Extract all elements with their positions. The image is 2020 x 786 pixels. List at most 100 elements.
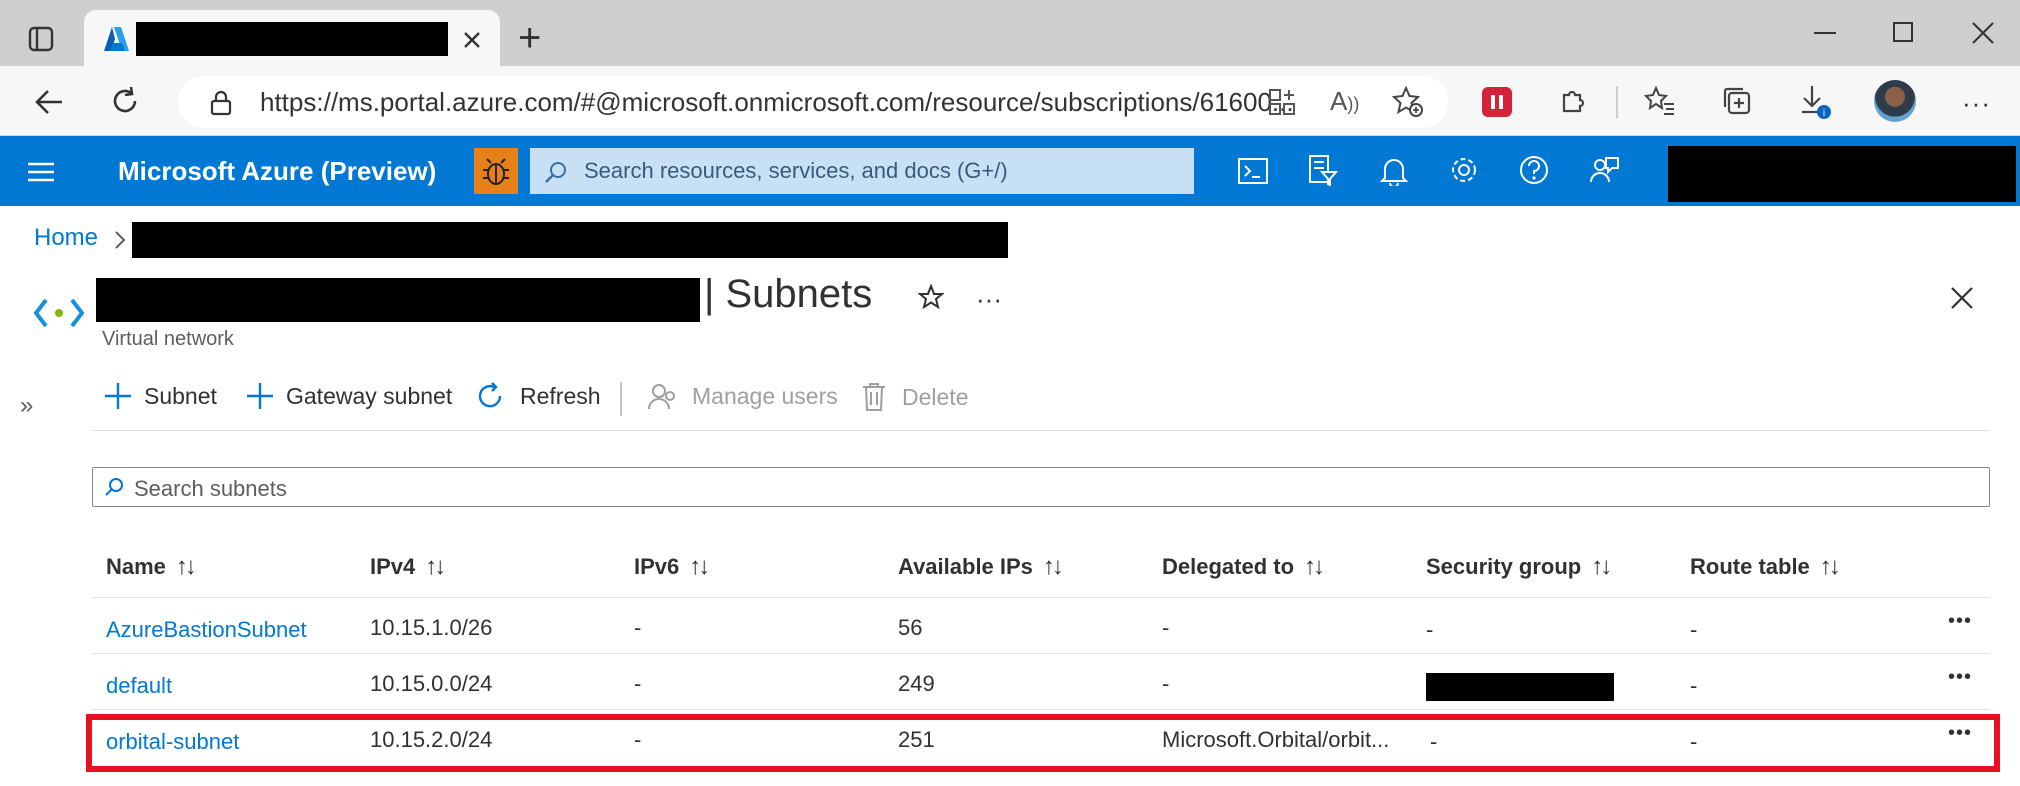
cell-route-table: - (1690, 617, 1698, 642)
cell-available-ips: 249 (898, 671, 935, 696)
row-more-button[interactable]: ••• (1948, 610, 1972, 633)
security-group-redacted[interactable] (1426, 673, 1614, 701)
breadcrumb-home[interactable]: Home (34, 224, 98, 252)
column-header-ipv6[interactable]: IPv6 ↑↓ (634, 553, 710, 581)
close-blade-icon[interactable] (1950, 286, 1974, 315)
resource-name-redacted (96, 278, 700, 322)
breadcrumb-chevron-icon (114, 230, 126, 255)
favorites-icon[interactable] (1643, 85, 1676, 121)
sort-icon[interactable]: ↑↓ (425, 553, 446, 580)
maximize-icon[interactable] (1893, 22, 1913, 42)
column-header-available-ips[interactable]: Available IPs ↑↓ (898, 553, 1064, 581)
settings-more-icon[interactable]: ··· (1962, 88, 1991, 119)
cell-delegated-to: - (1162, 615, 1170, 640)
subnet-name-link[interactable]: AzureBastionSubnet (106, 617, 307, 643)
column-label: Available IPs (898, 554, 1033, 579)
column-header-delegated-to[interactable]: Delegated to ↑↓ (1162, 553, 1325, 581)
column-header-route-table[interactable]: Route table ↑↓ (1690, 553, 1841, 581)
downloads-icon[interactable]: i (1800, 84, 1832, 125)
back-icon[interactable] (34, 88, 64, 121)
add-gateway-subnet-button[interactable]: Gateway subnet (246, 382, 452, 410)
row-more-button[interactable]: ••• (1948, 666, 1972, 689)
global-search-input[interactable]: Search resources, services, and docs (G+… (584, 158, 1008, 184)
lock-icon[interactable] (210, 90, 232, 121)
extension-red-icon[interactable] (1482, 87, 1512, 117)
reload-icon[interactable] (110, 86, 140, 121)
row-divider (92, 709, 1990, 710)
toolbar-bottom-divider (92, 430, 1990, 431)
sort-icon[interactable]: ↑↓ (1304, 553, 1325, 580)
help-icon[interactable] (1518, 154, 1550, 191)
cell-ipv4: 10.15.1.0/26 (370, 615, 493, 640)
notifications-icon[interactable] (1379, 156, 1409, 191)
cell-ipv4: 10.15.0.0/24 (370, 671, 493, 696)
preview-bug-icon[interactable] (474, 148, 518, 194)
app-available-icon[interactable] (1268, 88, 1296, 121)
subnet-name-link[interactable]: default (106, 673, 172, 699)
close-tab-icon[interactable] (462, 30, 482, 55)
cell-delegated-to: - (1162, 671, 1170, 696)
page-title: | Subnets (704, 272, 873, 316)
column-label: Route table (1690, 554, 1810, 579)
account-redacted[interactable] (1668, 146, 2016, 202)
add-subnet-label: Subnet (144, 382, 217, 409)
blade-more-button[interactable]: ··· (976, 284, 1002, 315)
collections-icon[interactable] (1722, 86, 1752, 121)
portal-title[interactable]: Microsoft Azure (Preview) (118, 156, 436, 187)
row-divider (92, 653, 1990, 654)
favorite-star-icon[interactable] (917, 283, 945, 315)
window-close-icon[interactable] (1972, 22, 1994, 49)
profile-avatar[interactable] (1874, 80, 1916, 122)
sort-icon[interactable]: ↑↓ (1820, 553, 1841, 580)
delete-button[interactable]: Delete (862, 382, 968, 412)
column-label: IPv6 (634, 554, 680, 579)
cloud-shell-icon[interactable] (1238, 158, 1268, 189)
add-favorite-icon[interactable] (1391, 85, 1424, 123)
new-tab-button[interactable]: + (518, 18, 541, 58)
read-aloud-icon[interactable]: A)) (1330, 86, 1359, 117)
search-icon (544, 160, 568, 189)
cell-ipv6: - (634, 615, 642, 640)
cell-available-ips: 56 (898, 615, 923, 640)
delete-label: Delete (902, 383, 969, 410)
trash-icon (863, 383, 885, 411)
highlight-box (86, 714, 2000, 772)
sort-icon[interactable]: ↑↓ (689, 553, 710, 580)
refresh-label: Refresh (520, 382, 601, 409)
subnet-search-box[interactable] (92, 467, 1990, 507)
settings-gear-icon[interactable] (1448, 154, 1480, 191)
portal-menu-icon[interactable] (28, 162, 54, 187)
sort-icon[interactable]: ↑↓ (176, 553, 197, 580)
users-icon (648, 384, 675, 410)
add-subnet-button[interactable]: Subnet (104, 382, 217, 410)
sort-icon[interactable]: ↑↓ (1043, 553, 1064, 580)
column-header-name[interactable]: Name ↑↓ (106, 553, 197, 581)
column-header-security-group[interactable]: Security group ↑↓ (1426, 553, 1612, 581)
feedback-icon[interactable] (1588, 154, 1620, 191)
toolbar-separator (620, 382, 622, 416)
tab-actions-icon[interactable] (28, 26, 54, 57)
column-label: Name (106, 554, 166, 579)
toolbar-divider (1616, 86, 1618, 118)
subnet-search-input[interactable]: Search subnets (134, 476, 287, 502)
manage-users-button[interactable]: Manage users (648, 382, 838, 410)
refresh-icon (478, 382, 502, 408)
expand-menu-icon[interactable]: » (20, 392, 33, 420)
directory-filter-icon[interactable] (1308, 154, 1339, 191)
tab-title-redacted (136, 22, 448, 56)
column-header-ipv4[interactable]: IPv4 ↑↓ (370, 553, 446, 581)
minimize-icon[interactable] (1814, 32, 1836, 34)
svg-text:i: i (1823, 108, 1825, 119)
breadcrumb-resource-redacted[interactable] (132, 222, 1008, 258)
cell-security-group: - (1426, 617, 1434, 642)
url-text[interactable]: https://ms.portal.azure.com/#@microsoft.… (260, 87, 1294, 118)
add-icon (105, 383, 131, 409)
refresh-button[interactable]: Refresh (476, 382, 601, 410)
cell-ipv6: - (634, 671, 642, 696)
cell-route-table: - (1690, 673, 1698, 698)
manage-users-label: Manage users (692, 382, 838, 409)
search-icon (104, 477, 124, 502)
extensions-icon[interactable] (1558, 86, 1588, 121)
sort-icon[interactable]: ↑↓ (1591, 553, 1612, 580)
header-divider (92, 597, 1990, 598)
